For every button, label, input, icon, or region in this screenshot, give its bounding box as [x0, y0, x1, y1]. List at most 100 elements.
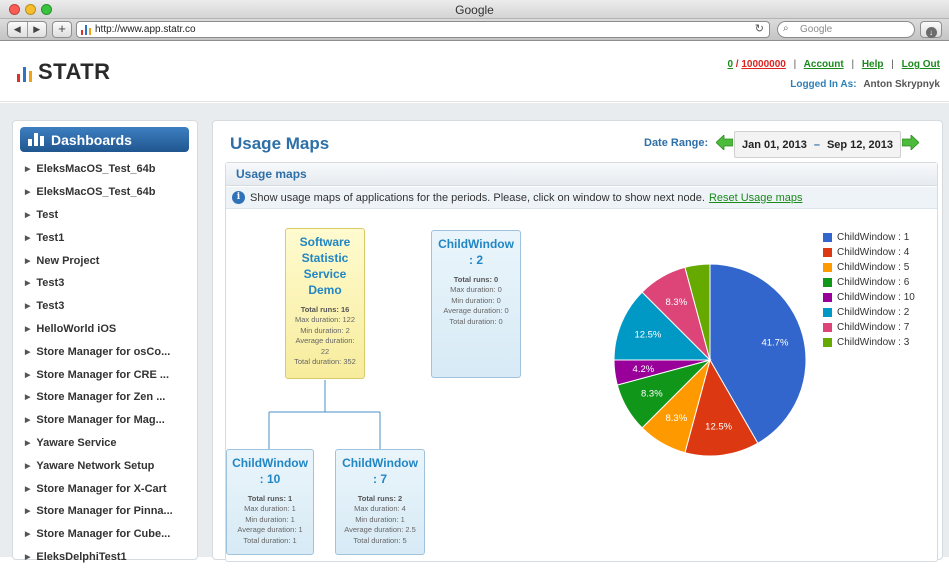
legend-item[interactable]: ChildWindow : 2	[823, 305, 915, 320]
triangle-right-icon: ▶	[25, 439, 31, 447]
node-title: ChildWindow: 10	[227, 455, 313, 487]
node-stats: Total runs: 16 Max duration: 122 Min durat…	[286, 305, 364, 367]
sidebar-project-label: Store Manager for osCo...	[36, 345, 171, 358]
node-title-line: Statistic	[301, 251, 349, 265]
node-title: ChildWindow: 7	[336, 455, 424, 487]
back-forward-group: ◀ ▶	[7, 21, 47, 38]
downloads-button[interactable]: ↓	[920, 21, 942, 38]
sidebar-project-item[interactable]: ▶ New Project	[25, 249, 195, 272]
next-period-arrow-icon[interactable]	[902, 135, 919, 150]
sidebar-project-item[interactable]: ▶ EleksMacOS_Test_64b	[25, 158, 195, 181]
legend-item[interactable]: ChildWindow : 3	[823, 335, 915, 350]
link-separator: |	[851, 59, 855, 70]
triangle-right-icon: ▶	[25, 189, 31, 197]
chevron-left-icon: ◀	[13, 24, 21, 34]
sidebar-project-item[interactable]: ▶ Test3	[25, 272, 195, 295]
node-title-line: Software	[299, 235, 351, 249]
sidebar-project-label: Test3	[36, 277, 65, 290]
help-link[interactable]: Help	[862, 59, 884, 70]
sidebar-project-item[interactable]: ▶ Test3	[25, 295, 195, 318]
runs-limit-link[interactable]: 10000000	[741, 59, 786, 70]
triangle-right-icon: ▶	[25, 508, 31, 516]
dashboards-header[interactable]: Dashboards	[20, 127, 189, 152]
legend-item[interactable]: ChildWindow : 7	[823, 320, 915, 335]
previous-period-arrow-icon[interactable]	[716, 135, 733, 150]
date-range-label: Date Range:	[644, 137, 709, 149]
usage-node-childwindow-7[interactable]: ChildWindow: 7 Total runs: 2 Max duration:…	[335, 449, 425, 555]
date-to: Sep 12, 2013	[826, 138, 894, 151]
reset-usage-maps-link[interactable]: Reset Usage maps	[709, 192, 803, 204]
legend-label: ChildWindow : 10	[837, 292, 915, 303]
sidebar-project-item[interactable]: ▶ Store Manager for Pinna...	[25, 500, 195, 523]
legend-item[interactable]: ChildWindow : 1	[823, 230, 915, 245]
sidebar-project-item[interactable]: ▶ Test1	[25, 226, 195, 249]
sidebar-project-item[interactable]: ▶ Store Manager for CRE ...	[25, 363, 195, 386]
node-stat-line: Average duration: 1	[237, 525, 303, 535]
runs-used-link[interactable]: 0	[727, 59, 733, 70]
node-total-runs: Total runs: 1	[247, 494, 293, 503]
search-bar[interactable]: ⌕ Google	[777, 21, 915, 38]
sidebar-project-item[interactable]: ▶ Test	[25, 204, 195, 227]
node-stat-line: Min duration: 1	[245, 514, 295, 524]
sidebar-project-item[interactable]: ▶ EleksMacOS_Test_64b	[25, 181, 195, 204]
forward-button[interactable]: ▶	[26, 22, 47, 37]
sidebar-project-item[interactable]: ▶ Store Manager for Zen ...	[25, 386, 195, 409]
address-bar[interactable]: http://www.app.statr.co ↻	[76, 21, 770, 38]
legend-item[interactable]: ChildWindow : 5	[823, 260, 915, 275]
legend-label: ChildWindow : 7	[837, 322, 910, 333]
sidebar-project-label: Store Manager for CRE ...	[36, 368, 170, 381]
account-link[interactable]: Account	[804, 59, 844, 70]
sidebar-project-item[interactable]: ▶ Store Manager for osCo...	[25, 340, 195, 363]
legend-item[interactable]: ChildWindow : 10	[823, 290, 915, 305]
node-stat-line: Max duration: 122	[294, 315, 356, 325]
sidebar-project-label: Store Manager for Cube...	[36, 528, 171, 541]
legend-swatch	[823, 338, 832, 347]
node-stat-line: Total duration: 0	[449, 316, 503, 326]
logged-in-label: Logged In As:	[790, 79, 857, 90]
sidebar-project-label: EleksMacOS_Test_64b	[36, 186, 156, 199]
sidebar-project-label: Store Manager for X-Cart	[36, 482, 167, 495]
plus-icon: +	[58, 21, 66, 36]
url-text: http://www.app.statr.co	[95, 24, 196, 35]
new-tab-button[interactable]: +	[52, 21, 72, 38]
triangle-right-icon: ▶	[25, 371, 31, 379]
reload-icon[interactable]: ↻	[755, 22, 764, 35]
back-button[interactable]: ◀	[8, 22, 27, 37]
legend-label: ChildWindow : 2	[837, 307, 910, 318]
node-stat-line: Min duration: 0	[451, 295, 501, 305]
triangle-right-icon: ▶	[25, 303, 31, 311]
node-title-line: ChildWindow	[232, 456, 308, 470]
legend-item[interactable]: ChildWindow : 4	[823, 245, 915, 260]
sidebar-project-item[interactable]: ▶ HelloWorld iOS	[25, 318, 195, 341]
sidebar-project-item[interactable]: ▶ Store Manager for Cube...	[25, 523, 195, 546]
sidebar: Dashboards ▶ EleksMacOS_Test_64b ▶ EleksMac…	[12, 120, 198, 563]
logo-bars-icon	[17, 67, 33, 82]
runs-separator: /	[735, 59, 739, 70]
sidebar-project-label: Store Manager for Pinna...	[36, 505, 173, 518]
legend-item[interactable]: ChildWindow : 6	[823, 275, 915, 290]
node-stat-line: Average duration: 0	[443, 306, 509, 316]
triangle-right-icon: ▶	[25, 166, 31, 174]
usage-node-childwindow-2[interactable]: ChildWindow: 2 Total runs: 0 Max duration:…	[431, 230, 521, 378]
sidebar-project-item[interactable]: ▶ Store Manager for Mag...	[25, 409, 195, 432]
sidebar-project-item[interactable]: ▶ Yaware Service	[25, 432, 195, 455]
account-links: 0 / 10000000 | Account | Help | Log Out	[727, 59, 940, 70]
sidebar-project-item[interactable]: ▶ Store Manager for X-Cart	[25, 477, 195, 500]
node-total-runs: Total runs: 2	[357, 494, 403, 503]
sidebar-project-label: New Project	[36, 254, 100, 267]
node-title-line: ChildWindow	[438, 237, 514, 251]
pie-slice-label: 8.3%	[666, 297, 688, 308]
usage-node-childwindow-10[interactable]: ChildWindow: 10 Total runs: 1 Max duration…	[226, 449, 314, 555]
node-stat-line: Min duration: 2	[300, 325, 350, 335]
date-separator: –	[813, 138, 820, 151]
node-stats: Total runs: 0 Max duration: 0 Min duration…	[432, 275, 520, 327]
sidebar-project-item[interactable]: ▶ Yaware Network Setup	[25, 454, 195, 477]
search-placeholder: Google	[800, 24, 833, 35]
date-range-picker[interactable]: Jan 01, 2013 – Sep 12, 2013	[734, 131, 901, 158]
statr-logo[interactable]: STATR	[17, 61, 111, 83]
usage-node-root[interactable]: Software Statistic Service Demo Total runs: …	[285, 228, 365, 379]
logout-link[interactable]: Log Out	[902, 59, 940, 70]
link-separator: |	[793, 59, 797, 70]
legend-label: ChildWindow : 4	[837, 247, 910, 258]
triangle-right-icon: ▶	[25, 211, 31, 219]
